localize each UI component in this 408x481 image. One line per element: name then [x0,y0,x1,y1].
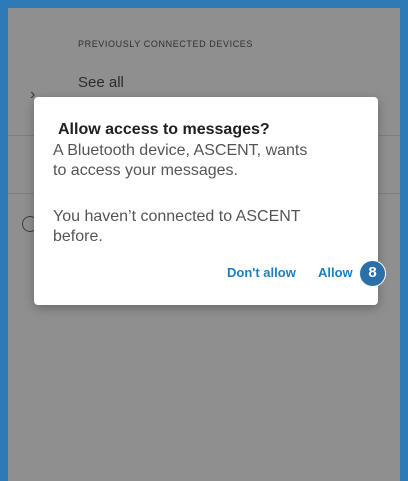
settings-screen: PREVIOUSLY CONNECTED DEVICES › See all A… [8,8,400,481]
dont-allow-button[interactable]: Don't allow [227,265,296,280]
screenshot-frame: PREVIOUSLY CONNECTED DEVICES › See all A… [0,0,408,481]
allow-button[interactable]: Allow [318,265,353,280]
see-all-label: See all [78,74,124,91]
permission-dialog: Allow access to messages? A Bluetooth de… [34,97,386,305]
dialog-message: A Bluetooth device, ASCENT, wants to acc… [53,142,308,179]
dialog-title: Allow access to messages? [58,121,270,138]
dialog-message-secondary: You haven’t connected to ASCENT before. [53,208,301,245]
step-number-badge: 8 [359,260,386,287]
section-header-previously-connected: PREVIOUSLY CONNECTED DEVICES [78,39,254,49]
